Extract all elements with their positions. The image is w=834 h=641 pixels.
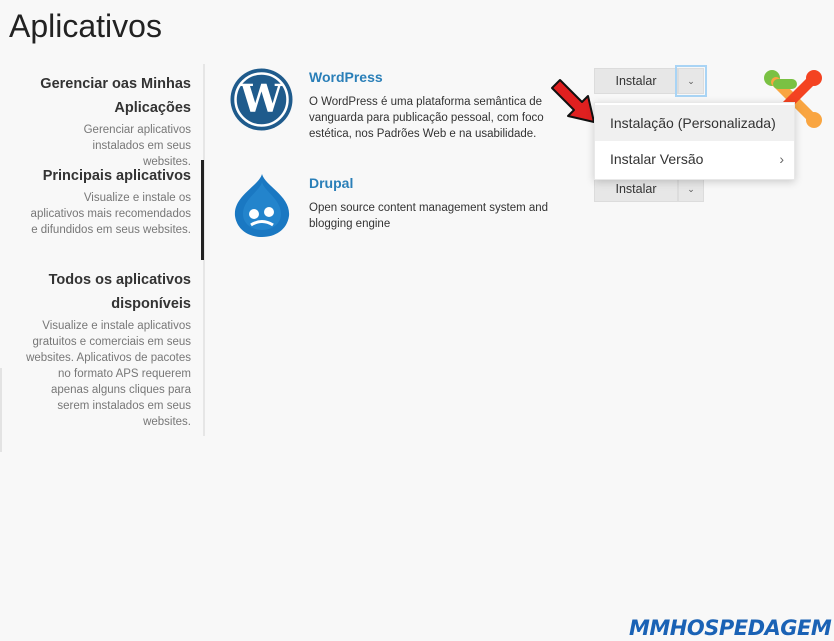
sidebar-item-title: Todos os aplicativos disponíveis xyxy=(48,272,191,312)
menu-item-label: Instalação (Personalizada) xyxy=(610,115,776,131)
wordpress-logo-icon[interactable]: W xyxy=(230,68,293,136)
chevron-down-icon: ⌄ xyxy=(687,76,695,86)
sidebar-item-all-apps[interactable]: Todos os aplicativos disponíveis Visuali… xyxy=(0,268,191,430)
sidebar-item-manage-apps[interactable]: Gerenciar oas Minhas Aplicações Gerencia… xyxy=(0,72,191,170)
menu-item-label: Instalar Versão xyxy=(610,151,704,167)
app-description-drupal: Open source content management system an… xyxy=(309,202,549,230)
sidebar-item-description: Visualize e instale os aplicativos mais … xyxy=(30,192,191,236)
chevron-down-icon: ⌄ xyxy=(687,184,695,194)
app-description-wordpress: O WordPress é uma plataforma semântica d… xyxy=(309,96,544,140)
red-arrow-icon xyxy=(548,76,600,133)
sidebar-active-indicator xyxy=(201,160,204,260)
page-title: Aplicativos xyxy=(9,8,162,44)
app-name-drupal[interactable]: Drupal xyxy=(309,175,353,191)
chevron-right-icon: › xyxy=(779,151,784,167)
app-name-wordpress[interactable]: WordPress xyxy=(309,69,383,85)
install-options-toggle[interactable]: ⌄ xyxy=(675,65,707,97)
menu-item-custom-install[interactable]: Instalação (Personalizada) xyxy=(595,105,794,141)
sidebar: Gerenciar oas Minhas Aplicações Gerencia… xyxy=(0,64,205,436)
sidebar-item-description: Visualize e instale aplicativos gratuito… xyxy=(26,320,191,428)
left-edge-line xyxy=(0,368,2,452)
menu-item-install-version[interactable]: Instalar Versão › xyxy=(595,141,794,177)
install-options-menu: Instalação (Personalizada) Instalar Vers… xyxy=(594,102,795,180)
watermark-logo: MMHOSPEDAGEM xyxy=(629,616,832,640)
install-button[interactable]: Instalar xyxy=(594,68,678,94)
sidebar-item-featured-apps[interactable]: Principais aplicativos Visualize e insta… xyxy=(0,164,191,238)
sidebar-item-title: Gerenciar oas Minhas Aplicações xyxy=(40,76,191,116)
sidebar-item-description: Gerenciar aplicativos instalados em seus… xyxy=(83,124,191,168)
svg-text:W: W xyxy=(239,76,284,121)
drupal-logo-icon[interactable] xyxy=(231,172,293,243)
sidebar-item-title: Principais aplicativos xyxy=(42,168,191,184)
